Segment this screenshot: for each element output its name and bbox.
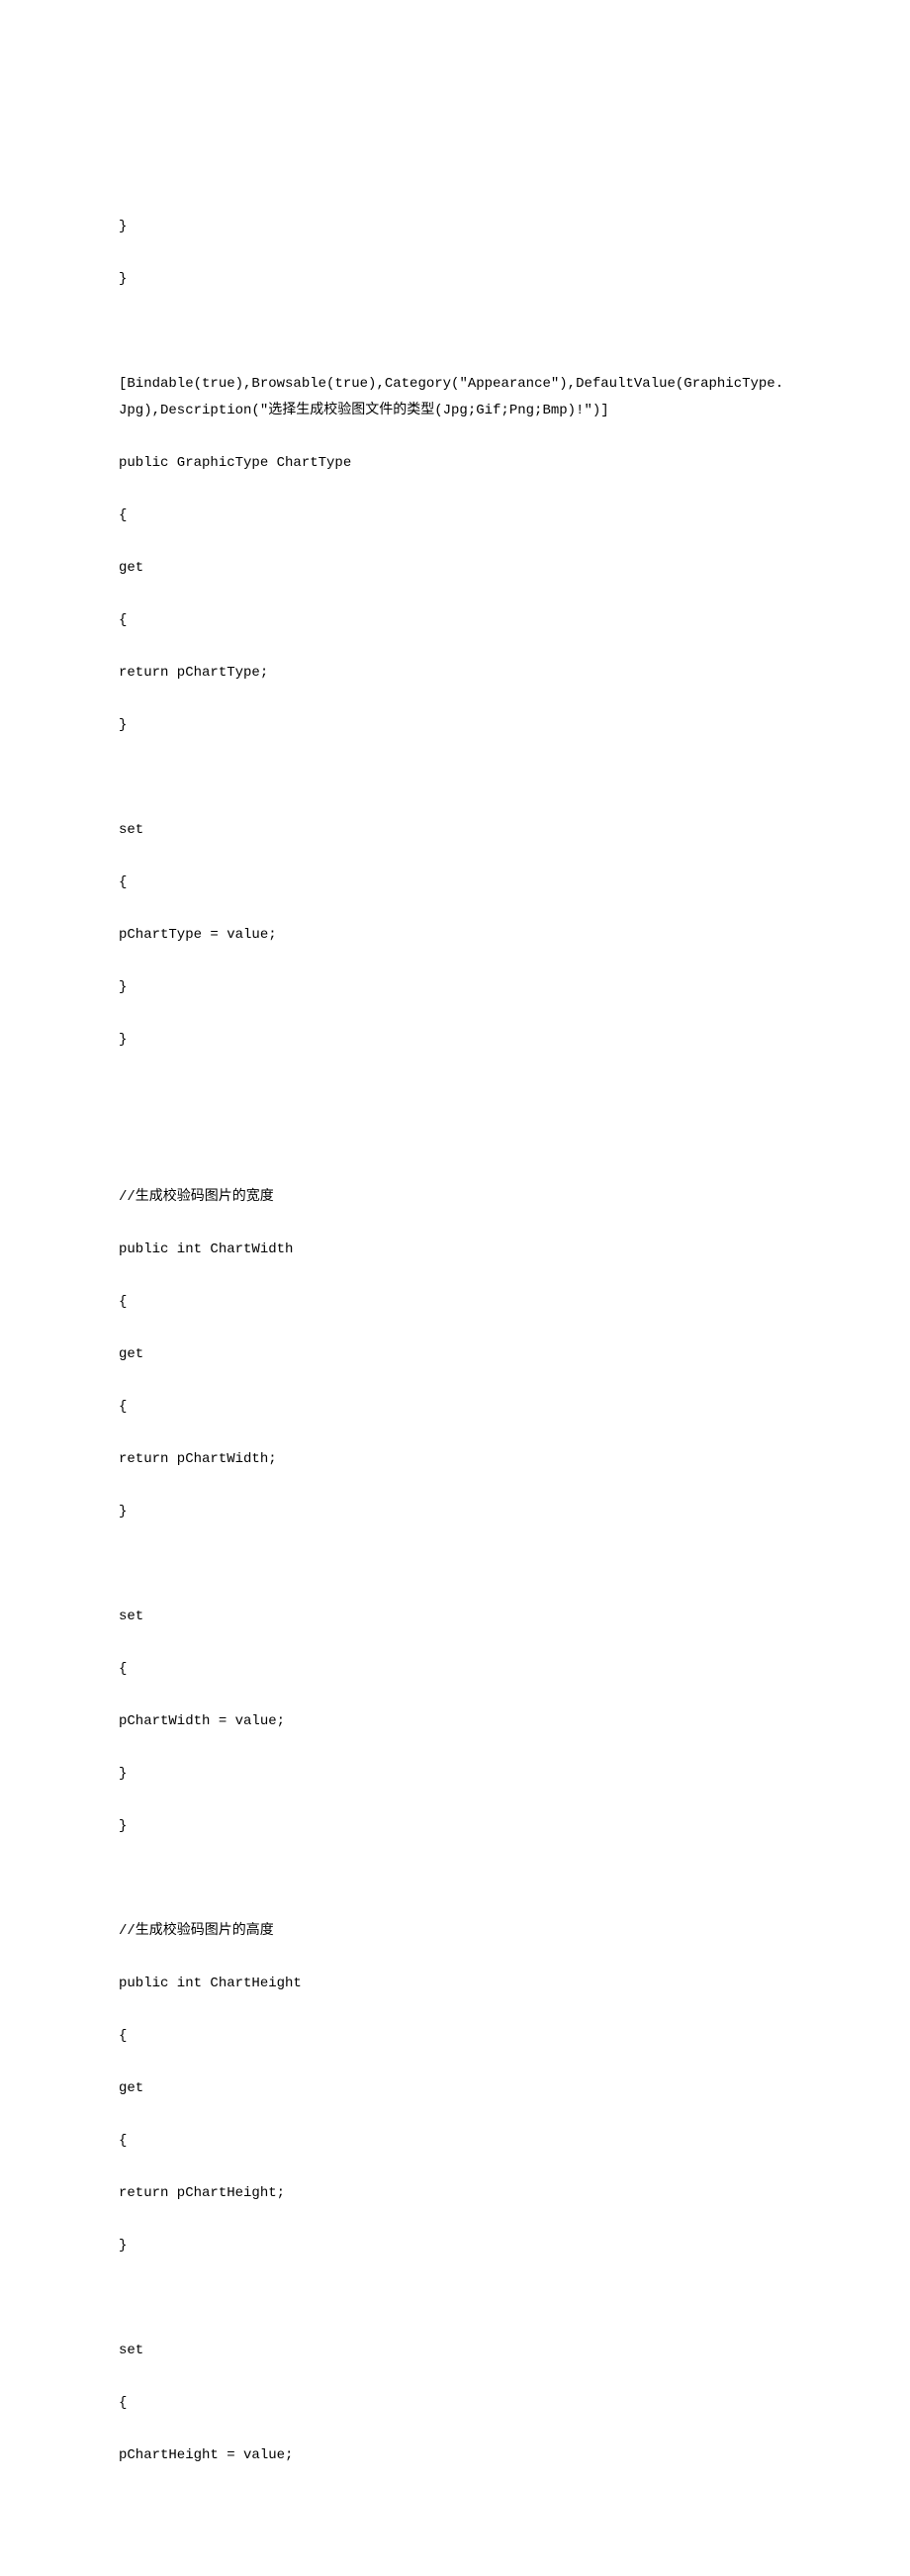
code-line: public int ChartHeight bbox=[119, 1971, 791, 1997]
code-line: } bbox=[119, 1813, 791, 1840]
blank-line bbox=[119, 319, 791, 345]
code-line: pChartHeight = value; bbox=[119, 2442, 791, 2469]
code-line: } bbox=[119, 266, 791, 293]
code-line: } bbox=[119, 1027, 791, 1054]
code-line: } bbox=[119, 712, 791, 739]
blank-line bbox=[119, 1866, 791, 1892]
code-line: pChartWidth = value; bbox=[119, 1708, 791, 1735]
code-line: public GraphicType ChartType bbox=[119, 450, 791, 477]
code-line: set bbox=[119, 2338, 791, 2364]
code-line: { bbox=[119, 607, 791, 634]
code-line: { bbox=[119, 2023, 791, 2050]
code-line: pChartType = value; bbox=[119, 922, 791, 949]
code-line: get bbox=[119, 1341, 791, 1368]
code-line: return pChartHeight; bbox=[119, 2180, 791, 2207]
code-line: return pChartWidth; bbox=[119, 1446, 791, 1473]
code-line: } bbox=[119, 974, 791, 1001]
code-line: } bbox=[119, 1761, 791, 1788]
code-line: { bbox=[119, 1394, 791, 1421]
blank-line bbox=[119, 2285, 791, 2312]
code-line: { bbox=[119, 503, 791, 529]
blank-line bbox=[119, 1551, 791, 1578]
code-line: } bbox=[119, 1499, 791, 1525]
comment-line: //生成校验码图片的高度 bbox=[119, 1918, 791, 1945]
blank-line bbox=[119, 1079, 791, 1106]
code-line: { bbox=[119, 1656, 791, 1683]
code-line: { bbox=[119, 870, 791, 896]
blank-line bbox=[119, 1132, 791, 1158]
code-line: { bbox=[119, 1289, 791, 1316]
code-line: get bbox=[119, 2075, 791, 2102]
attribute-block: [Bindable(true),Browsable(true),Category… bbox=[119, 371, 791, 423]
comment-line: //生成校验码图片的宽度 bbox=[119, 1184, 791, 1211]
code-line: } bbox=[119, 214, 791, 240]
code-line: { bbox=[119, 2128, 791, 2155]
blank-line bbox=[119, 765, 791, 791]
code-line: public int ChartWidth bbox=[119, 1237, 791, 1263]
code-line: set bbox=[119, 1604, 791, 1630]
code-line: set bbox=[119, 817, 791, 844]
code-line: get bbox=[119, 555, 791, 582]
code-line: } bbox=[119, 2233, 791, 2259]
code-line: return pChartType; bbox=[119, 660, 791, 687]
code-line: { bbox=[119, 2390, 791, 2417]
